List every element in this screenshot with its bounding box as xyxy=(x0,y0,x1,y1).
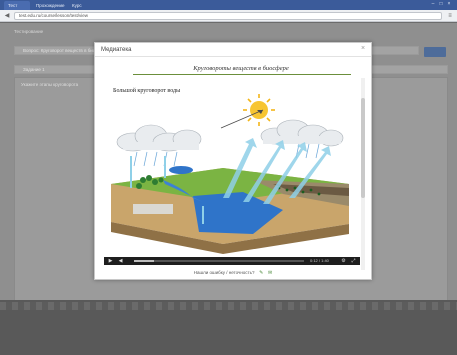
player-time: 0:12 / 1:40 xyxy=(310,258,329,263)
heading-divider xyxy=(133,74,351,75)
cloud-right-icon xyxy=(260,119,344,147)
modal-title: Медиатека xyxy=(101,47,132,53)
report-error-link[interactable]: Нашли ошибку / неточность? xyxy=(194,266,255,279)
minimize-icon[interactable]: – xyxy=(430,2,436,7)
slide-subheading: Большой круговорот воды xyxy=(113,88,181,94)
video-player-bar: ▶ ◀ 0:12 / 1:40 ⚙ ⤢ xyxy=(104,257,360,265)
row-label: Задание 1 xyxy=(23,67,45,72)
mail-icon[interactable]: ✉ xyxy=(268,270,272,276)
close-icon[interactable]: × xyxy=(359,45,367,53)
close-window-icon[interactable]: × xyxy=(446,2,452,7)
footer-pattern xyxy=(0,302,457,310)
back-icon[interactable]: ◀ xyxy=(3,12,11,20)
play-icon[interactable]: ▶ xyxy=(107,257,114,265)
url-input[interactable]: test.edu.ru/course/lesson/test/view xyxy=(14,12,442,20)
page-go-button[interactable] xyxy=(424,47,446,57)
terrain-block xyxy=(111,166,349,254)
browser-tab[interactable]: Тест xyxy=(4,1,30,10)
modal-header: Медиатека × xyxy=(95,43,371,57)
task-text: Укажите этапы круговорота xyxy=(21,82,79,87)
volume-icon[interactable]: ◀ xyxy=(117,257,124,265)
slide: Круговороты веществ в биосфере Большой к… xyxy=(95,58,365,270)
address-bar: ◀ test.edu.ru/course/lesson/test/view ≡ xyxy=(0,10,457,22)
fullscreen-icon[interactable]: ⤢ xyxy=(350,257,357,265)
slide-scrollbar[interactable] xyxy=(361,78,365,270)
slide-heading: Круговороты веществ в биосфере xyxy=(193,65,289,72)
progress-track[interactable] xyxy=(134,260,304,262)
browser-tab-bar: Тест Прохождение Курс – □ × xyxy=(0,0,457,10)
maximize-icon[interactable]: □ xyxy=(438,2,444,7)
wind-arrow xyxy=(220,109,264,129)
edit-icon[interactable]: ✎ xyxy=(259,270,263,276)
water-cycle-illustration xyxy=(111,94,349,254)
breadcrumb[interactable]: Тестирование xyxy=(14,29,43,34)
menu-icon[interactable]: ≡ xyxy=(446,12,454,20)
progress-fill xyxy=(134,260,155,262)
scroll-thumb[interactable] xyxy=(361,98,365,198)
browser-tab[interactable]: Прохождение xyxy=(32,1,66,10)
media-modal: Медиатека × Круговороты веществ в биосфе… xyxy=(94,42,372,280)
modal-footer: Нашли ошибку / неточность? ✎ ✉ xyxy=(95,266,371,279)
cloud-left-icon xyxy=(116,124,202,152)
browser-tab[interactable]: Курс xyxy=(68,1,84,10)
settings-icon[interactable]: ⚙ xyxy=(340,257,347,265)
